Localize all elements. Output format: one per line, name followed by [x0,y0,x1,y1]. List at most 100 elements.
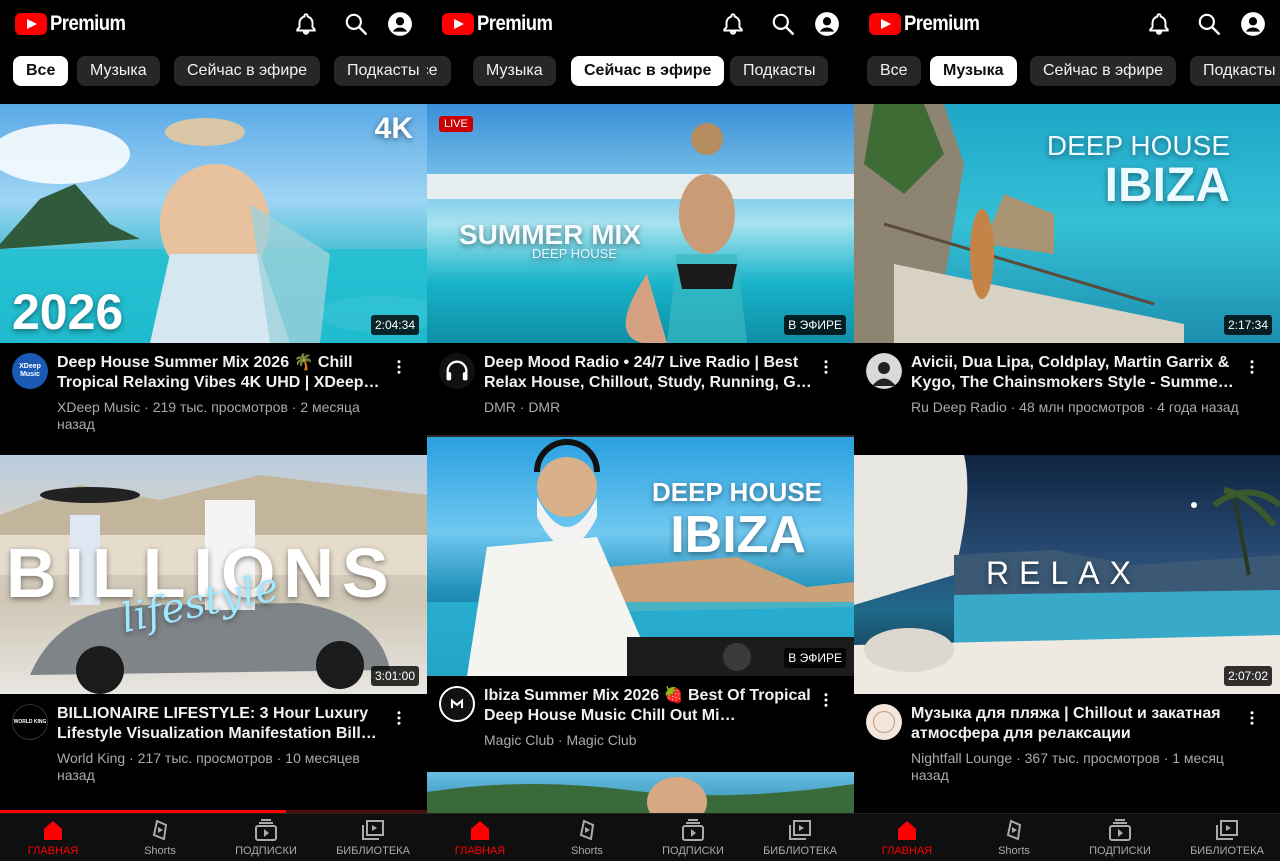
nav-label: ПОДПИСКИ [235,845,297,857]
channel-avatar[interactable]: XDeep Music [12,353,48,389]
nav-home[interactable]: ГЛАВНАЯ [854,819,960,861]
more-options-icon[interactable] [1242,357,1262,377]
sea-woman-thumbnail[interactable]: LIVE SUMMER MIX DEEP HOUSE В ЭФИРЕ [427,104,854,343]
chip-podcasts[interactable]: Подкасты [730,56,829,86]
nav-shorts[interactable]: Shorts [534,819,640,861]
nightfall-lounge-avatar-icon[interactable] [866,704,902,740]
youtube-logo-icon [15,13,47,35]
subscriptions-icon [1109,819,1131,841]
night-pool-thumbnail[interactable]: RELAX 2:07:02 [854,455,1280,694]
chip-all[interactable]: Все [867,56,921,86]
video-title[interactable]: Avicii, Dua Lipa, Coldplay, Martin Garri… [911,353,1241,393]
nav-label: ГЛАВНАЯ [27,845,79,857]
shorts-icon [1006,819,1022,841]
nav-library[interactable]: БИБЛИОТЕКА [1174,819,1280,861]
chip-all[interactable]: Все [13,56,69,86]
home-panel-music: Premium Все Музыка Сейчас в эфире Подкас… [854,0,1280,861]
search-icon[interactable] [342,10,370,38]
live-now-badge: В ЭФИРЕ [784,315,846,335]
next-video-thumbnail-peek[interactable] [427,772,854,813]
filter-chips: Все Музыка Сейчас в эфире Подкасты [0,56,427,88]
home-panel-all: Premium Все Музыка Сейчас в эфире Подкас… [0,0,427,861]
nav-subscriptions[interactable]: ПОДПИСКИ [1067,819,1173,861]
more-options-icon[interactable] [389,708,409,728]
chip-podcasts[interactable]: Подкасты [1190,56,1280,86]
nav-home[interactable]: ГЛАВНАЯ [0,819,106,861]
search-icon[interactable] [1195,10,1223,38]
magic-club-avatar-icon[interactable] [439,686,475,722]
chip-live[interactable]: Сейчас в эфире [174,56,321,86]
home-icon [471,821,489,840]
nav-shorts[interactable]: Shorts [961,819,1067,861]
luxury-car-thumbnail[interactable]: BILLIONS lifestyle 3:01:00 [0,455,427,694]
nav-label: Shorts [144,845,176,857]
headphones-icon[interactable] [439,353,475,389]
video-duration: 2:07:02 [1223,666,1272,686]
video-title[interactable]: Deep House Summer Mix 2026 🌴 Chill Tropi… [57,353,387,393]
nav-library[interactable]: БИБЛИОТЕКА [320,819,426,861]
channel-avatar[interactable]: WORLD KING [12,704,48,740]
app-bar: Premium [0,0,427,48]
thumb-caption-relax: RELAX [986,555,1141,591]
chip-all[interactable]: Все [427,56,451,86]
video-channel-stats: DMR · DMR [484,399,561,415]
video-title[interactable]: Ibiza Summer Mix 2026 🍓 Best Of Tropical… [484,686,814,726]
nav-home[interactable]: ГЛАВНАЯ [427,819,533,861]
account-icon[interactable] [1239,10,1267,38]
cliff-woman-thumbnail[interactable]: DEEP HOUSE IBIZA 2:17:34 [854,104,1280,343]
video-duration: 2:17:34 [1223,315,1272,335]
video-meta: WORLD KING BILLIONAIRE LIFESTYLE: 3 Hour… [0,694,427,794]
video-title[interactable]: Deep Mood Radio • 24/7 Live Radio | Best… [484,353,814,393]
video-meta: Avicii, Dua Lipa, Coldplay, Martin Garri… [854,343,1280,443]
bottom-navigation: ГЛАВНАЯ Shorts ПОДПИСКИ БИБЛИОТЕКА [854,813,1280,861]
nav-subscriptions[interactable]: ПОДПИСКИ [213,819,319,861]
chip-music[interactable]: Музыка [473,56,556,86]
notifications-bell-icon[interactable] [1145,10,1173,38]
channel-avatar[interactable] [866,353,902,389]
chip-music[interactable]: Музыка [77,56,160,86]
search-icon[interactable] [769,10,797,38]
nav-label: ПОДПИСКИ [1089,845,1151,857]
video-title[interactable]: BILLIONAIRE LIFESTYLE: 3 Hour Luxury Lif… [57,704,387,744]
home-panel-live: Premium Все Музыка Сейчас в эфире Подкас… [427,0,854,861]
app-bar: Premium [854,0,1280,48]
more-options-icon[interactable] [1242,708,1262,728]
youtube-premium-logo[interactable]: Premium [15,12,136,36]
more-options-icon[interactable] [389,357,409,377]
nav-label: БИБЛИОТЕКА [1190,845,1264,857]
beach-woman-thumbnail[interactable]: 4K 2026 2:04:34 [0,104,427,343]
thumb-caption-year: 2026 [12,284,124,340]
nav-label: ГЛАВНАЯ [881,845,933,857]
more-options-icon[interactable] [816,690,836,710]
channel-avatar-text: XDeep Music [19,363,41,378]
nav-subscriptions[interactable]: ПОДПИСКИ [640,819,746,861]
video-duration: 2:04:34 [370,315,419,335]
video-channel-stats: Ru Deep Radio · 48 млн просмотров · 4 го… [911,399,1239,415]
notifications-bell-icon[interactable] [292,10,320,38]
home-icon [44,821,62,840]
video-title[interactable]: Музыка для пляжа | Chillout и закатная а… [911,704,1241,744]
youtube-logo-icon [869,13,901,35]
nav-library[interactable]: БИБЛИОТЕКА [747,819,853,861]
dj-thumbnail[interactable]: DEEP HOUSE IBIZA В ЭФИРЕ [427,437,854,676]
video-meta: Ibiza Summer Mix 2026 🍓 Best Of Tropical… [427,676,854,776]
thumb-caption-4k: 4K [374,112,413,145]
video-card-focused[interactable]: DEEP HOUSE IBIZA В ЭФИРЕ Ibiza Summer Mi… [427,435,854,774]
chip-music[interactable]: Музыка [930,56,1017,86]
thumb-caption-deep-house: DEEP HOUSE [532,246,618,261]
channel-avatar-text: WORLD KING [13,719,47,725]
account-icon[interactable] [813,10,841,38]
nav-shorts[interactable]: Shorts [107,819,213,861]
chip-live[interactable]: Сейчас в эфире [571,56,725,86]
library-icon [789,820,811,840]
notifications-bell-icon[interactable] [719,10,747,38]
more-options-icon[interactable] [816,357,836,377]
nav-label: ПОДПИСКИ [662,845,724,857]
logo-text: Premium [477,12,553,35]
youtube-premium-logo[interactable]: Premium [442,12,563,36]
youtube-premium-logo[interactable]: Premium [869,12,990,36]
bottom-navigation: ГЛАВНАЯ Shorts ПОДПИСКИ БИБЛИОТЕКА [427,813,854,861]
chip-podcasts[interactable]: Подкасты [334,56,427,86]
chip-live[interactable]: Сейчас в эфире [1030,56,1177,86]
account-icon[interactable] [386,10,414,38]
